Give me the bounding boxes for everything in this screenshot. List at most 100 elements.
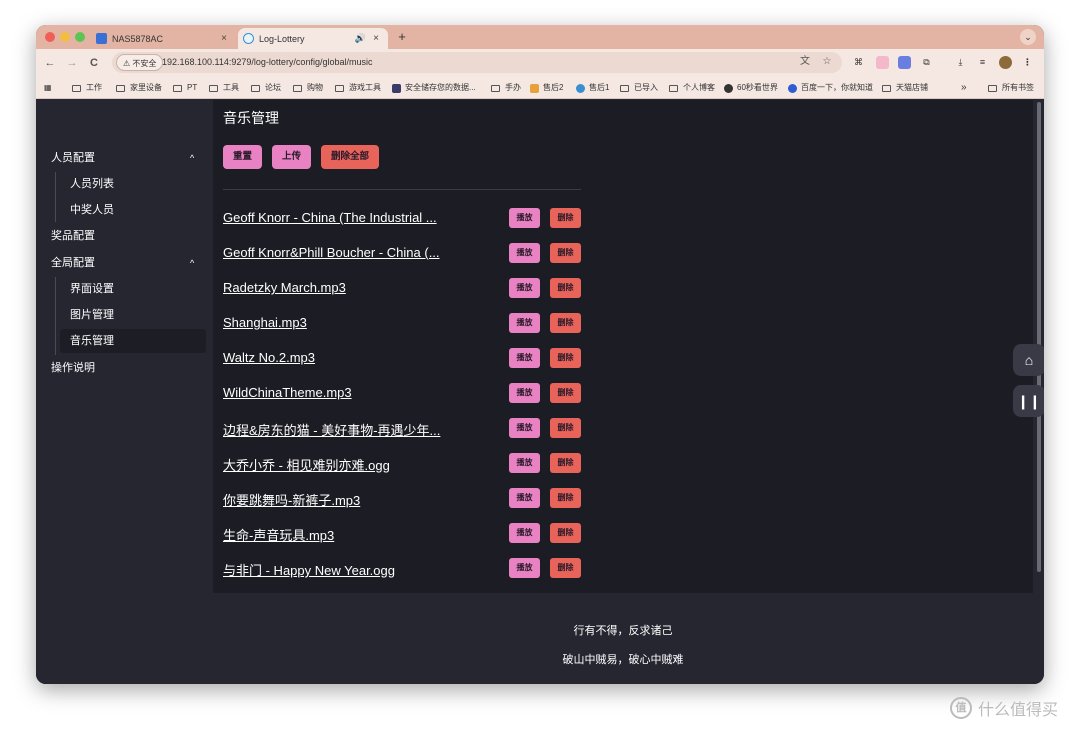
song-link[interactable]: 你要跳舞吗-新裤子.mp3 <box>223 490 453 509</box>
extensions-icon[interactable]: ⧉ <box>920 56 933 69</box>
bookmark-item[interactable]: 售后1 <box>576 81 609 95</box>
bookmark-item[interactable]: 已导入 <box>620 81 658 95</box>
bookmark-item[interactable]: 家里设备 <box>116 81 162 95</box>
speaker-icon[interactable]: 🔊 <box>355 33 366 44</box>
song-link[interactable]: 大乔小乔 - 相见难别亦难.ogg <box>223 455 453 474</box>
bookmark-item[interactable]: 个人博客 <box>669 81 715 95</box>
song-link[interactable]: 生命-声音玩具.mp3 <box>223 525 453 544</box>
bookmark-item[interactable]: 安全储存您的数据... <box>392 81 476 95</box>
tab-nas[interactable]: NAS5878AC × <box>91 28 236 49</box>
close-window-button[interactable] <box>45 32 55 42</box>
play-button[interactable]: 播放 <box>509 278 540 298</box>
bookmarks-overflow-button[interactable]: » <box>961 81 967 95</box>
play-button[interactable]: 播放 <box>509 313 540 333</box>
menu-kebab-icon[interactable]: ⋮ <box>1021 56 1034 69</box>
tab-log-lottery[interactable]: Log-Lottery 🔊 × <box>238 28 388 49</box>
play-button[interactable]: 播放 <box>509 558 540 578</box>
sidebar-item-interface[interactable]: 界面设置 <box>70 279 114 299</box>
play-button[interactable]: 播放 <box>509 208 540 228</box>
delete-button[interactable]: 删除 <box>550 208 581 228</box>
song-row: 大乔小乔 - 相见难别亦难.ogg 播放 删除 <box>223 453 581 475</box>
song-link[interactable]: Geoff Knorr - China (The Industrial ... <box>223 210 453 225</box>
chevron-up-icon[interactable]: ^ <box>190 148 194 168</box>
song-link[interactable]: 与非门 - Happy New Year.ogg <box>223 560 453 579</box>
play-button[interactable]: 播放 <box>509 383 540 403</box>
bookmark-item[interactable]: 工作 <box>72 81 102 95</box>
folder-icon <box>491 84 500 92</box>
pause-button[interactable]: ❙❙ <box>1013 385 1044 417</box>
song-link[interactable]: 边程&房东的猫 - 美好事物-再遇少年... <box>223 420 453 439</box>
delete-button[interactable]: 删除 <box>550 278 581 298</box>
delete-button[interactable]: 删除 <box>550 313 581 333</box>
play-button[interactable]: 播放 <box>509 453 540 473</box>
extension-pink-icon[interactable] <box>876 56 889 69</box>
play-button[interactable]: 播放 <box>509 243 540 263</box>
forward-button[interactable]: → <box>65 55 79 71</box>
security-badge[interactable]: ⚠ 不安全 <box>116 54 164 71</box>
tab-close-icon[interactable]: × <box>370 33 382 44</box>
extension-blue-icon[interactable] <box>898 56 911 69</box>
folder-icon <box>251 84 260 92</box>
sidebar-item-music[interactable]: 音乐管理 <box>70 331 114 351</box>
url-text[interactable]: 192.168.100.114:9279/log-lottery/config/… <box>162 52 372 73</box>
reading-list-icon[interactable]: ≡ <box>976 56 989 69</box>
back-button[interactable]: ← <box>43 55 57 71</box>
song-link[interactable]: Shanghai.mp3 <box>223 315 453 330</box>
profile-avatar[interactable] <box>999 56 1012 69</box>
song-link[interactable]: WildChinaTheme.mp3 <box>223 385 453 400</box>
play-button[interactable]: 播放 <box>509 418 540 438</box>
bookmark-item[interactable]: 游戏工具 <box>335 81 381 95</box>
address-bar[interactable]: ⚠ 不安全 192.168.100.114:9279/log-lottery/c… <box>112 52 842 73</box>
sidebar-item-people-list[interactable]: 人员列表 <box>70 174 114 194</box>
delete-all-button[interactable]: 删除全部 <box>321 145 379 169</box>
delete-button[interactable]: 删除 <box>550 453 581 473</box>
bookmark-item[interactable]: 售后2 <box>530 81 563 95</box>
delete-button[interactable]: 删除 <box>550 558 581 578</box>
delete-button[interactable]: 删除 <box>550 418 581 438</box>
all-bookmarks-button[interactable]: 所有书签 <box>988 81 1034 95</box>
chevron-up-icon[interactable]: ^ <box>190 253 194 273</box>
play-button[interactable]: 播放 <box>509 523 540 543</box>
delete-button[interactable]: 删除 <box>550 488 581 508</box>
play-button[interactable]: 播放 <box>509 348 540 368</box>
delete-button[interactable]: 删除 <box>550 348 581 368</box>
translate-icon[interactable]: 文 <box>798 55 812 69</box>
bookmark-item[interactable]: 手办 <box>491 81 521 95</box>
play-button[interactable]: 播放 <box>509 488 540 508</box>
bookmark-item[interactable]: 60秒看世界 <box>724 81 778 95</box>
home-button[interactable]: ⌂ <box>1013 344 1044 376</box>
sidebar-item-winners[interactable]: 中奖人员 <box>70 200 114 220</box>
sidebar-group-help[interactable]: 操作说明 <box>51 358 95 378</box>
download-icon[interactable]: ⤓ <box>954 56 967 69</box>
bookmark-item[interactable]: 购物 <box>293 81 323 95</box>
bookmark-item[interactable]: 百度一下，你就知道 <box>788 81 873 95</box>
tab-close-icon[interactable]: × <box>218 33 230 44</box>
tree-line <box>55 172 56 222</box>
bookmark-item[interactable]: 天猫店铺 <box>882 81 928 95</box>
tab-search-button[interactable]: ⌄ <box>1020 29 1036 45</box>
song-link[interactable]: Geoff Knorr&Phill Boucher - China (... <box>223 245 453 260</box>
apps-grid-icon[interactable]: ▦ <box>44 81 52 95</box>
song-link[interactable]: Radetzky March.mp3 <box>223 280 453 295</box>
delete-button[interactable]: 删除 <box>550 523 581 543</box>
reload-button[interactable]: C <box>87 55 101 71</box>
sidebar-group-people[interactable]: 人员配置 <box>51 148 95 168</box>
delete-button[interactable]: 删除 <box>550 383 581 403</box>
delete-button[interactable]: 删除 <box>550 243 581 263</box>
folder-icon <box>669 84 678 92</box>
new-tab-button[interactable]: + <box>394 28 410 46</box>
bookmark-star-icon[interactable]: ☆ <box>820 55 834 69</box>
sidebar-item-images[interactable]: 图片管理 <box>70 305 114 325</box>
bookmark-item[interactable]: 工具 <box>209 81 239 95</box>
sidebar-group-prizes[interactable]: 奖品配置 <box>51 226 95 246</box>
zoom-window-button[interactable] <box>75 32 85 42</box>
bookmark-item[interactable]: PT <box>173 81 197 95</box>
song-link[interactable]: Waltz No.2.mp3 <box>223 350 453 365</box>
sidebar-group-global[interactable]: 全局配置 <box>51 253 95 273</box>
reset-button[interactable]: 重置 <box>223 145 262 169</box>
extension-puzzle-icon[interactable]: ⌘ <box>852 56 865 69</box>
minimize-window-button[interactable] <box>60 32 70 42</box>
page-scrollbar[interactable] <box>1037 102 1041 572</box>
bookmark-item[interactable]: 论坛 <box>251 81 281 95</box>
upload-button[interactable]: 上传 <box>272 145 311 169</box>
